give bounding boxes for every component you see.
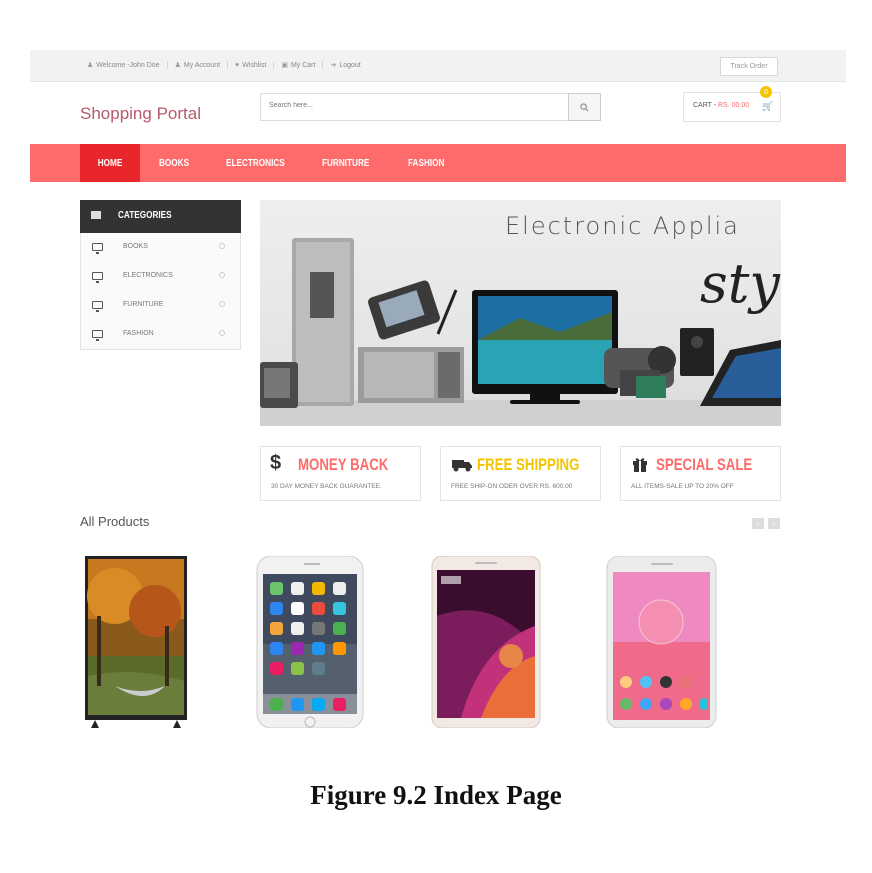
track-order-button[interactable]: Track Order	[720, 57, 778, 76]
category-label: ELECTRONICS	[123, 272, 173, 279]
user-icon: ♟	[87, 62, 94, 69]
product-card[interactable]	[606, 555, 717, 729]
product-card[interactable]	[85, 556, 187, 728]
nav-home[interactable]: HOME	[80, 144, 140, 182]
lenovo-product-image	[606, 555, 717, 729]
carousel-next-button[interactable]: ›	[768, 518, 780, 529]
search-input[interactable]	[269, 102, 559, 109]
category-label: BOOKS	[123, 243, 148, 250]
category-item-furniture[interactable]: FURNITURE	[80, 293, 241, 322]
category-label: FASHION	[123, 330, 154, 337]
monitor-icon	[92, 301, 103, 312]
cart-total: CART - RS. 00.00	[693, 102, 749, 109]
dollar-icon: $	[270, 452, 282, 474]
feature-title: FREE SHIPPING	[477, 455, 580, 474]
nav-electronics[interactable]: ELECTRONICS	[226, 144, 285, 182]
truck-icon	[452, 458, 472, 477]
product-card[interactable]	[256, 555, 364, 729]
monitor-icon	[92, 330, 103, 341]
welcome-link[interactable]: ♟ Welcome -John Doe	[80, 61, 168, 69]
category-item-electronics[interactable]: ELECTRONICS	[80, 264, 241, 293]
logout-icon: ➜	[330, 62, 337, 69]
list-icon	[91, 211, 101, 219]
chevron-icon	[219, 243, 225, 249]
product-card[interactable]	[431, 555, 541, 729]
logout-link[interactable]: ➜ Logout	[323, 61, 367, 70]
cart-count-badge: 0	[760, 86, 772, 98]
wishlist-label: Wishlist	[242, 61, 267, 69]
feature-subtitle: ALL ITEMS-SALE UP TO 20% OFF	[631, 483, 734, 490]
nav-books[interactable]: BOOKS	[159, 144, 189, 182]
cart-amount: RS. 00.00	[718, 102, 750, 109]
feature-subtitle: FREE SHIP-ON ODER OVER RS. 600.00	[451, 483, 573, 490]
chevron-icon	[219, 272, 225, 278]
feature-subtitle: 30 DAY MONEY BACK GUARANTEE.	[271, 483, 382, 490]
nav-home-label: HOME	[97, 157, 123, 169]
top-links: ♟ Welcome -John Doe ♟ My Account ♥ Wishlist…	[80, 58, 368, 72]
chevron-icon	[219, 330, 225, 336]
welcome-label: Welcome -John Doe	[96, 61, 160, 69]
logout-label: Logout	[339, 61, 361, 69]
search-button[interactable]	[568, 93, 601, 121]
categories-title: CATEGORIES	[118, 210, 172, 221]
category-label: FURNITURE	[123, 301, 164, 308]
figure-caption: Figure 9.2 Index Page	[310, 780, 562, 810]
cart-label: CART -	[693, 102, 717, 109]
monitor-icon	[92, 243, 103, 254]
cart-icon: 🛒	[762, 101, 774, 111]
category-item-fashion[interactable]: FASHION	[80, 322, 241, 351]
gift-icon	[632, 456, 648, 477]
chevron-icon	[219, 301, 225, 307]
feature-title: SPECIAL SALE	[656, 455, 753, 474]
banner-title: Electronic Applia	[505, 212, 740, 240]
my-account-link[interactable]: ♟ My Account	[168, 61, 229, 69]
search-icon	[580, 102, 589, 111]
redmi-product-image	[431, 555, 541, 729]
carousel-prev-button[interactable]: ‹	[752, 518, 764, 529]
search-bar	[260, 93, 600, 121]
cart-icon: ▣	[281, 62, 288, 69]
tv-product-image	[85, 556, 187, 728]
nav-fashion[interactable]: FASHION	[408, 144, 444, 182]
feature-title: MONEY BACK	[298, 455, 389, 474]
my-account-label: My Account	[183, 61, 221, 69]
my-cart-label: My Cart	[290, 61, 316, 69]
site-logo[interactable]: Shopping Portal	[80, 104, 201, 124]
section-title: All Products	[80, 514, 150, 529]
banner-script-text: sty	[700, 252, 780, 315]
heart-icon: ♥	[235, 61, 240, 69]
category-item-books[interactable]: BOOKS	[80, 235, 241, 264]
my-cart-link[interactable]: ▣ My Cart	[274, 61, 324, 69]
wishlist-link[interactable]: ♥ Wishlist	[228, 61, 275, 69]
nav-furniture[interactable]: FURNITURE	[322, 144, 369, 182]
monitor-icon	[92, 272, 103, 283]
user-icon: ♟	[174, 62, 181, 69]
iphone-product-image	[256, 555, 364, 729]
